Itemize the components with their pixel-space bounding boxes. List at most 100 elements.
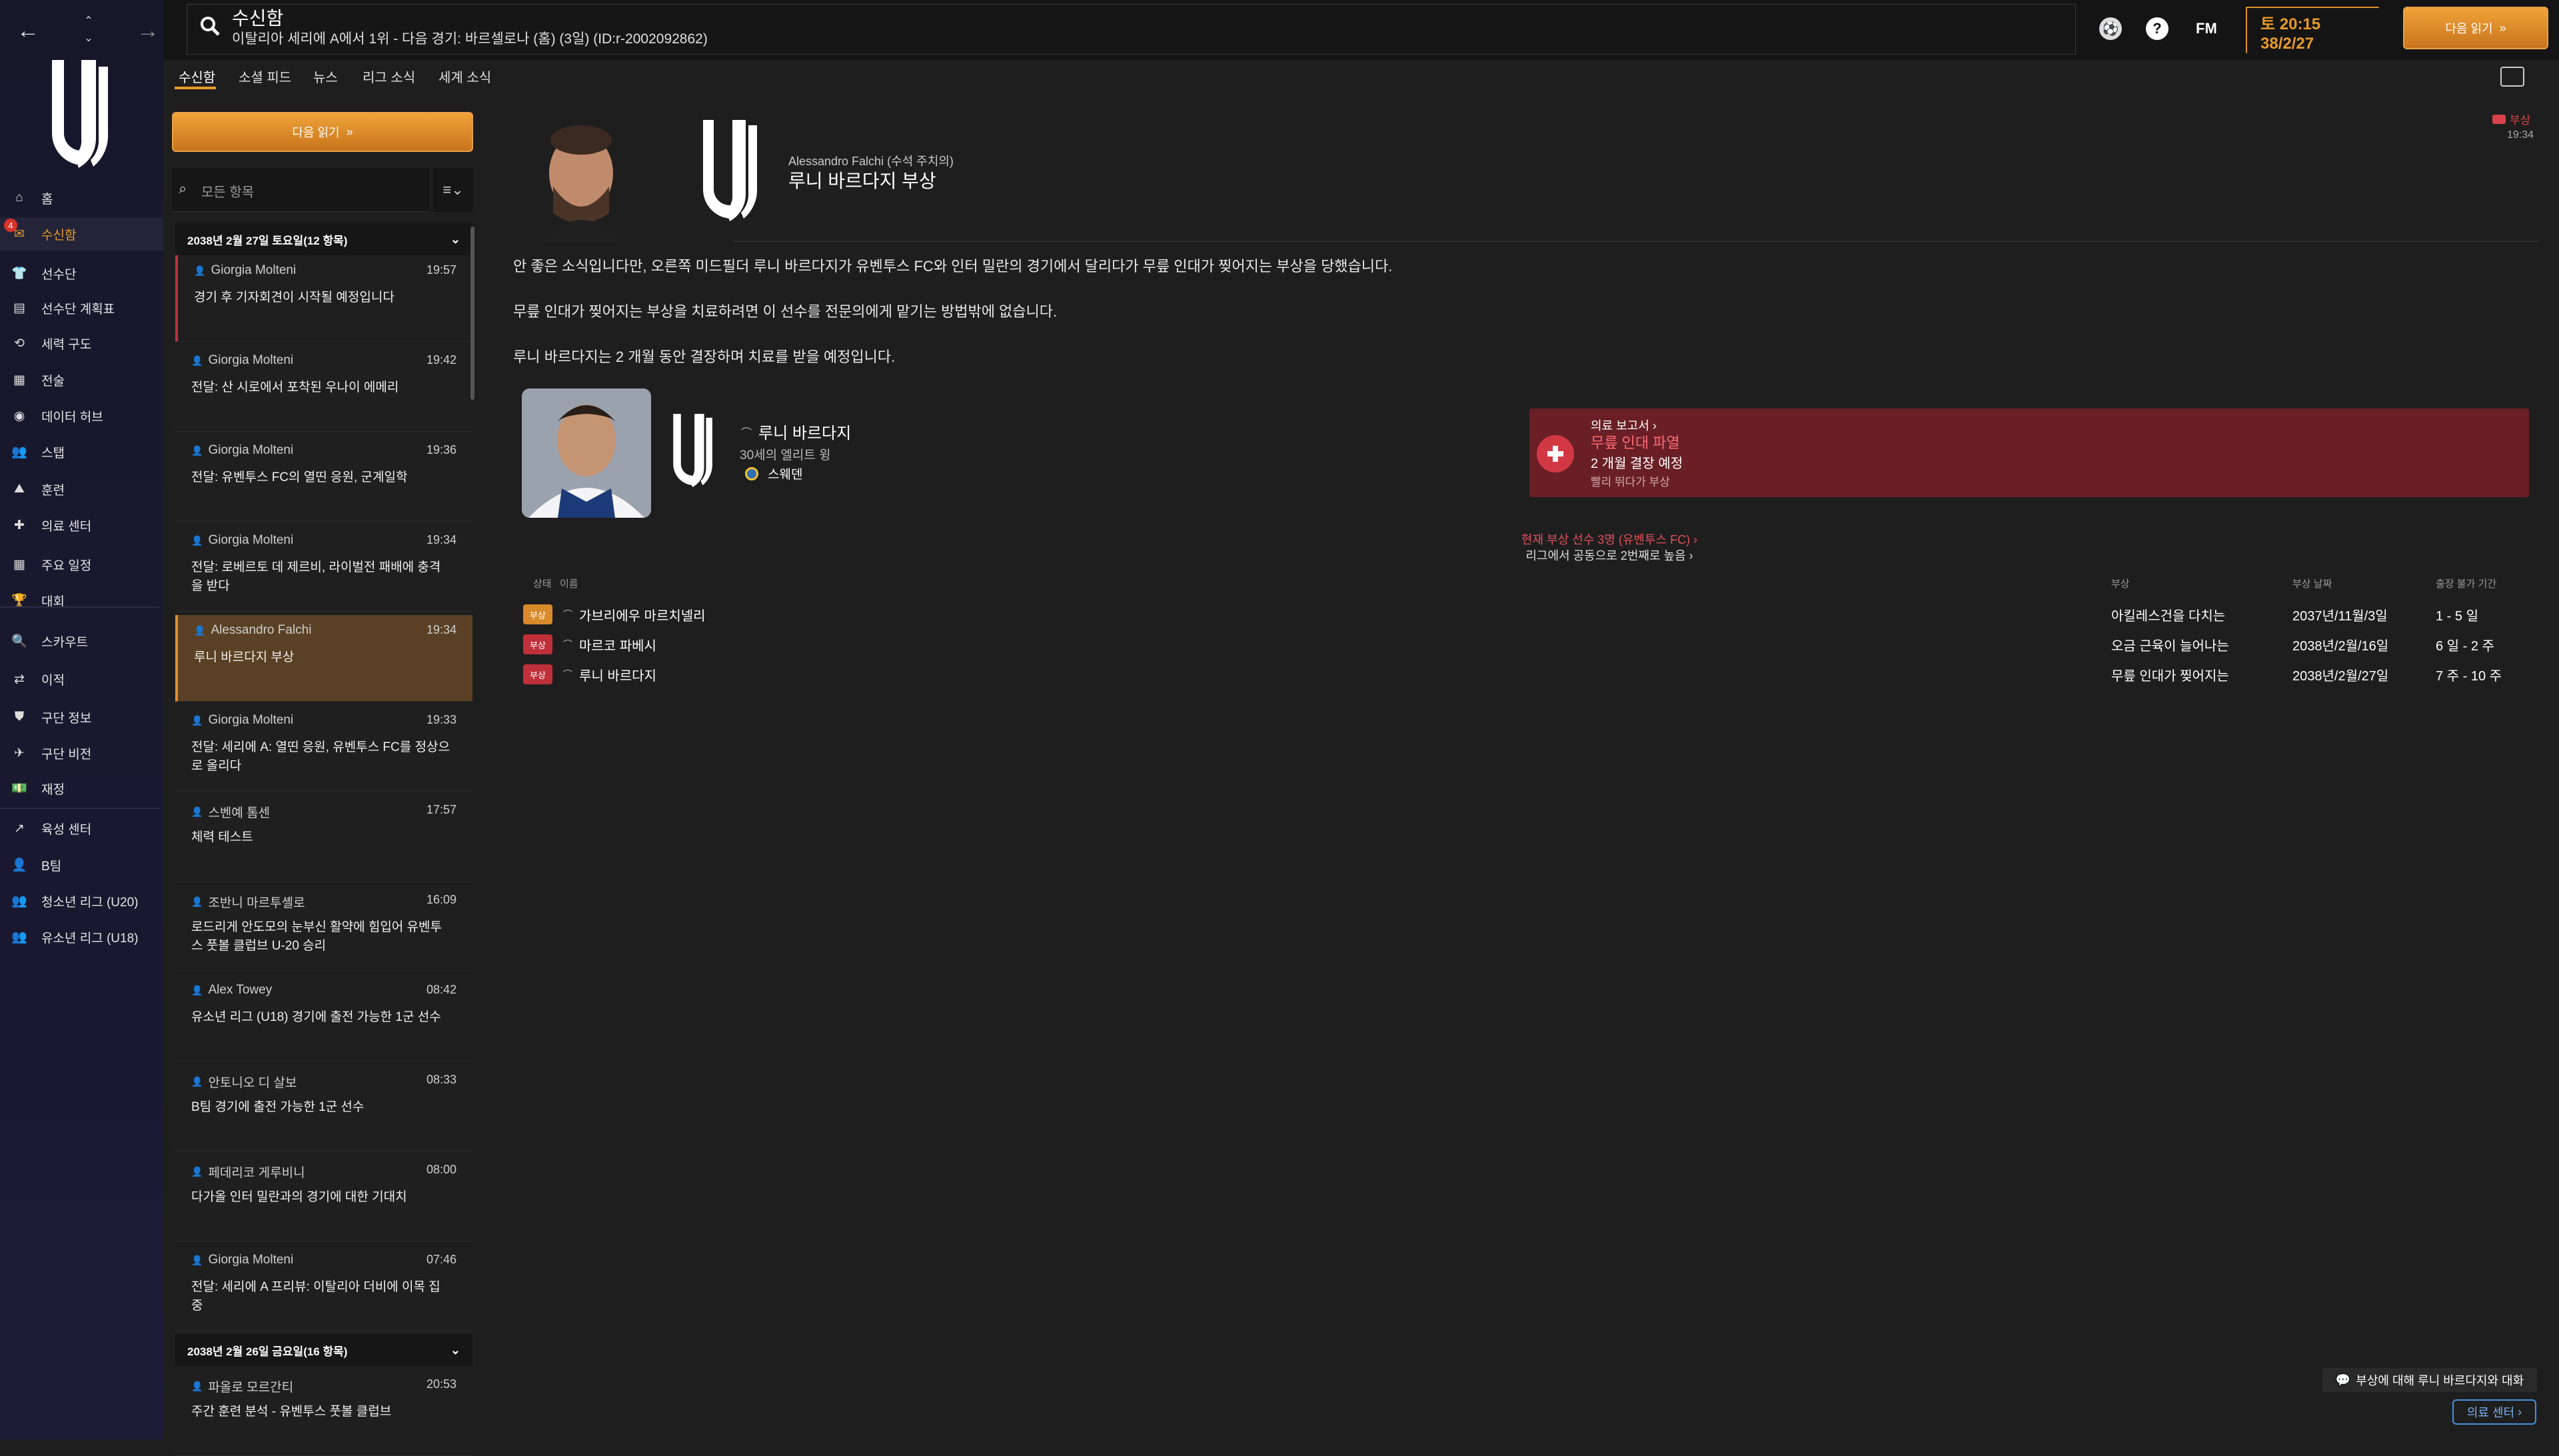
- person-icon: ⌒: [563, 639, 572, 650]
- tab-3[interactable]: 리그 소식: [363, 67, 415, 86]
- date-time-widget[interactable]: 토 20:15 38/2/27: [2246, 7, 2379, 53]
- game-options-icon[interactable]: ⚽: [2099, 17, 2122, 40]
- search-icon[interactable]: [199, 15, 221, 37]
- day-group-header[interactable]: 2038년 2월 26일 금요일(16 항목) ⌄: [175, 1334, 472, 1366]
- page-subtitle: 이탈리아 세리에 A에서 1위 - 다음 경기: 바르셀로나 (홈) (3일) …: [232, 31, 708, 47]
- player-name[interactable]: 마르코 파베시: [579, 635, 2105, 654]
- sidebar-item-calendar[interactable]: ▦ 주요 일정: [0, 548, 163, 581]
- back-icon[interactable]: ←: [13, 16, 43, 45]
- table-row[interactable]: 부상 ⌒ 가브리에우 마르치넬리 아킬레스건을 다치는 2037년/11월/3일 1 - …: [523, 600, 2516, 629]
- player-nation: 스웨덴: [768, 468, 803, 482]
- list-item[interactable]: 👤 조반니 마르투셸로 16:09 로드리게 안도모의 눈부신 활약에 힘입어 유벤투…: [175, 885, 472, 972]
- table-header: 상태 이름 부상 부상 날짜 출장 불가 기간: [523, 576, 2516, 596]
- help-icon[interactable]: ?: [2146, 17, 2168, 40]
- development-icon: ↗: [14, 821, 25, 836]
- discuss-injury-button[interactable]: 💬 부상에 대해 루니 바르다지와 대화: [2322, 1368, 2537, 1392]
- sidebar-item-tactics[interactable]: ▦ 전술: [0, 363, 163, 396]
- player-name-row[interactable]: ⌒ 루니 바르다지: [741, 420, 851, 443]
- list-item[interactable]: 👤 Alex Towey 08:42 유소년 리그 (U18) 경기에 출전 가능한 …: [175, 975, 472, 1062]
- list-item[interactable]: 👤 Giorgia Molteni 19:36 전달: 유벤투스 FC의 열띤 응원,…: [175, 435, 472, 522]
- club-logo: [51, 60, 109, 168]
- sidebar-item-clipboard[interactable]: ▤ 선수단 계획표: [0, 291, 163, 325]
- sidebar-item-transfer[interactable]: ⇄ 이적: [0, 662, 163, 696]
- player-club-logo: [673, 414, 712, 488]
- league-rank-link[interactable]: 리그에서 공동으로 2번째로 높음 ›: [1399, 546, 1819, 564]
- sidebar-item-finance[interactable]: 💵 재정: [0, 772, 163, 805]
- sidebar-item-label: 수신함: [41, 228, 77, 243]
- sidebar-item-home[interactable]: ⌂ 홈: [0, 181, 163, 215]
- forward-icon[interactable]: →: [133, 16, 163, 45]
- message-sender: Giorgia Molteni: [208, 443, 294, 457]
- tab-1[interactable]: 소셜 피드: [239, 67, 291, 86]
- injury-summary-link[interactable]: 현재 부상 선수 3명 (유벤투스 FC) ›: [1399, 530, 1819, 548]
- list-item[interactable]: 👤 Giorgia Molteni 19:34 전달: 로베르토 데 제르비, 라이벌…: [175, 525, 472, 612]
- day-group-header[interactable]: 2038년 2월 27일 토요일(12 항목) ⌄: [175, 223, 472, 255]
- message-sender: Alex Towey: [208, 983, 273, 997]
- team-b-icon: 👤: [11, 858, 27, 872]
- list-sort-button[interactable]: ≡⌄: [433, 168, 473, 212]
- list-item[interactable]: 👤 Alessandro Falchi 19:34 루니 바르다지 부상: [175, 615, 472, 702]
- dynamics-icon: ⟲: [14, 336, 25, 351]
- tab-2[interactable]: 뉴스: [313, 67, 338, 86]
- sidebar-item-shirt[interactable]: 👕 선수단: [0, 257, 163, 290]
- clipboard-icon: ▤: [13, 301, 25, 315]
- list-scrollbar[interactable]: [470, 227, 474, 400]
- tab-4[interactable]: 세계 소식: [438, 67, 491, 86]
- list-item[interactable]: 👤 스벤예 톰센 17:57 체력 테스트: [175, 795, 472, 882]
- sidebar-item-data-hub[interactable]: ◉ 데이터 허브: [0, 399, 163, 432]
- list-item[interactable]: 👤 Giorgia Molteni 19:42 전달: 산 시로에서 포착된 우나이 …: [175, 345, 472, 432]
- message-time: 16:09: [426, 893, 456, 906]
- list-next-button[interactable]: 다음 읽기»: [172, 112, 473, 152]
- list-item[interactable]: 👤 Giorgia Molteni 19:33 전달: 세리에 A: 열띤 응원, 유…: [175, 705, 472, 792]
- sidebar-item-development[interactable]: ↗ 육성 센터: [0, 812, 163, 845]
- list-item[interactable]: 👤 Giorgia Molteni 07:46 전달: 세리에 A 프리뷰: 이탈리아…: [175, 1245, 472, 1331]
- continue-button[interactable]: 다음 읽기»: [2403, 7, 2548, 49]
- unread-badge: 4: [4, 219, 17, 232]
- list-item[interactable]: 👤 Giorgia Molteni 19:57 경기 후 기자회견이 시작될 예정입니…: [175, 255, 472, 342]
- player-description: 30세의 엘리트 윙: [740, 448, 831, 462]
- injury-type: 아킬레스건을 다치는: [2111, 608, 2226, 624]
- sidebar-item-u20[interactable]: 👥 청소년 리그 (U20): [0, 884, 163, 918]
- sidebar-item-medical[interactable]: ✚ 의료 센터: [0, 508, 163, 542]
- message-time: 20:53: [426, 1377, 456, 1391]
- fm-menu-button[interactable]: FM: [2196, 20, 2217, 37]
- message-paragraph-3: 루니 바르다지는 2 개월 동안 결장하며 치료를 받을 예정입니다.: [513, 349, 896, 365]
- message-title: 루니 바르다지 부상: [788, 171, 936, 191]
- medical-icon: ✚: [14, 518, 25, 532]
- message-time: 19:34: [426, 533, 456, 546]
- message-subject: 경기 후 기자회견이 시작될 예정입니다: [194, 291, 395, 305]
- list-filter-input[interactable]: ⌕ 모든 항목: [172, 168, 429, 212]
- sidebar-item-staff[interactable]: 👥 스탭: [0, 435, 163, 468]
- player-photo[interactable]: [522, 388, 651, 518]
- player-name[interactable]: 가브리에우 마르치넬리: [579, 605, 2105, 624]
- medical-center-button[interactable]: 의료 센터 ›: [2452, 1399, 2536, 1425]
- calendar-icon: ▦: [13, 557, 25, 572]
- layout-icon[interactable]: [2500, 67, 2524, 87]
- player-name[interactable]: 루니 바르다지: [579, 665, 2105, 684]
- list-item[interactable]: 👤 안토니오 디 살보 08:33 B팀 경기에 출전 가능한 1군 선수: [175, 1065, 472, 1151]
- person-icon: ⌒: [563, 669, 572, 680]
- transfer-icon: ⇄: [14, 672, 25, 686]
- sidebar-item-inbox[interactable]: ✉ 수신함 4: [0, 217, 163, 251]
- sidebar-item-trophy[interactable]: 🏆 대회: [0, 584, 163, 617]
- sidebar-item-training[interactable]: ⛰ 훈련: [0, 472, 163, 506]
- table-row[interactable]: 부상 ⌒ 마르코 파베시 오금 근육이 늘어나는 2038년/2월/16일 6 일 - 2…: [523, 630, 2516, 659]
- sidebar-item-dynamics[interactable]: ⟲ 세력 구도: [0, 327, 163, 360]
- sidebar-item-team-b[interactable]: 👤 B팀: [0, 848, 163, 882]
- sidebar-item-vision[interactable]: ✈ 구단 비전: [0, 736, 163, 770]
- sidebar-item-scout[interactable]: 🔍 스카우트: [0, 624, 163, 658]
- sidebar-item-u18[interactable]: 👥 유소년 리그 (U18): [0, 920, 163, 954]
- list-item[interactable]: 👤 페데리코 게루비니 08:00 다가올 인터 밀란과의 경기에 대한 기대치: [175, 1155, 472, 1241]
- tab-0[interactable]: 수신함: [179, 67, 215, 86]
- header-divider: [733, 241, 2539, 242]
- table-row[interactable]: 부상 ⌒ 루니 바르다지 무릎 인대가 찢어지는 2038년/2월/27일 7 주 - 1…: [523, 660, 2516, 689]
- medical-report-card[interactable]: 의료 보고서 › 무릎 인대 파열 2 개월 결장 예정 빨리 뛰다가 부상: [1529, 408, 2529, 497]
- message-subject: 체력 테스트: [191, 830, 253, 844]
- col-date: 부상 날짜: [2292, 578, 2332, 590]
- injury-status-badge: 부상: [523, 664, 552, 684]
- message-paragraph-1: 안 좋은 소식입니다만, 오른쪽 미드필더 루니 바르다지가 유벤투스 FC와 …: [513, 258, 1393, 275]
- message-sender: Giorgia Molteni: [208, 1253, 294, 1267]
- list-item[interactable]: 👤 파올로 모르간티 20:53 주간 훈련 분석 - 유벤투스 풋볼 클럽브: [175, 1369, 472, 1456]
- sidebar-item-shield[interactable]: ⛊ 구단 정보: [0, 700, 163, 734]
- history-dropdown-icon[interactable]: ⌃ ⌄: [79, 8, 99, 52]
